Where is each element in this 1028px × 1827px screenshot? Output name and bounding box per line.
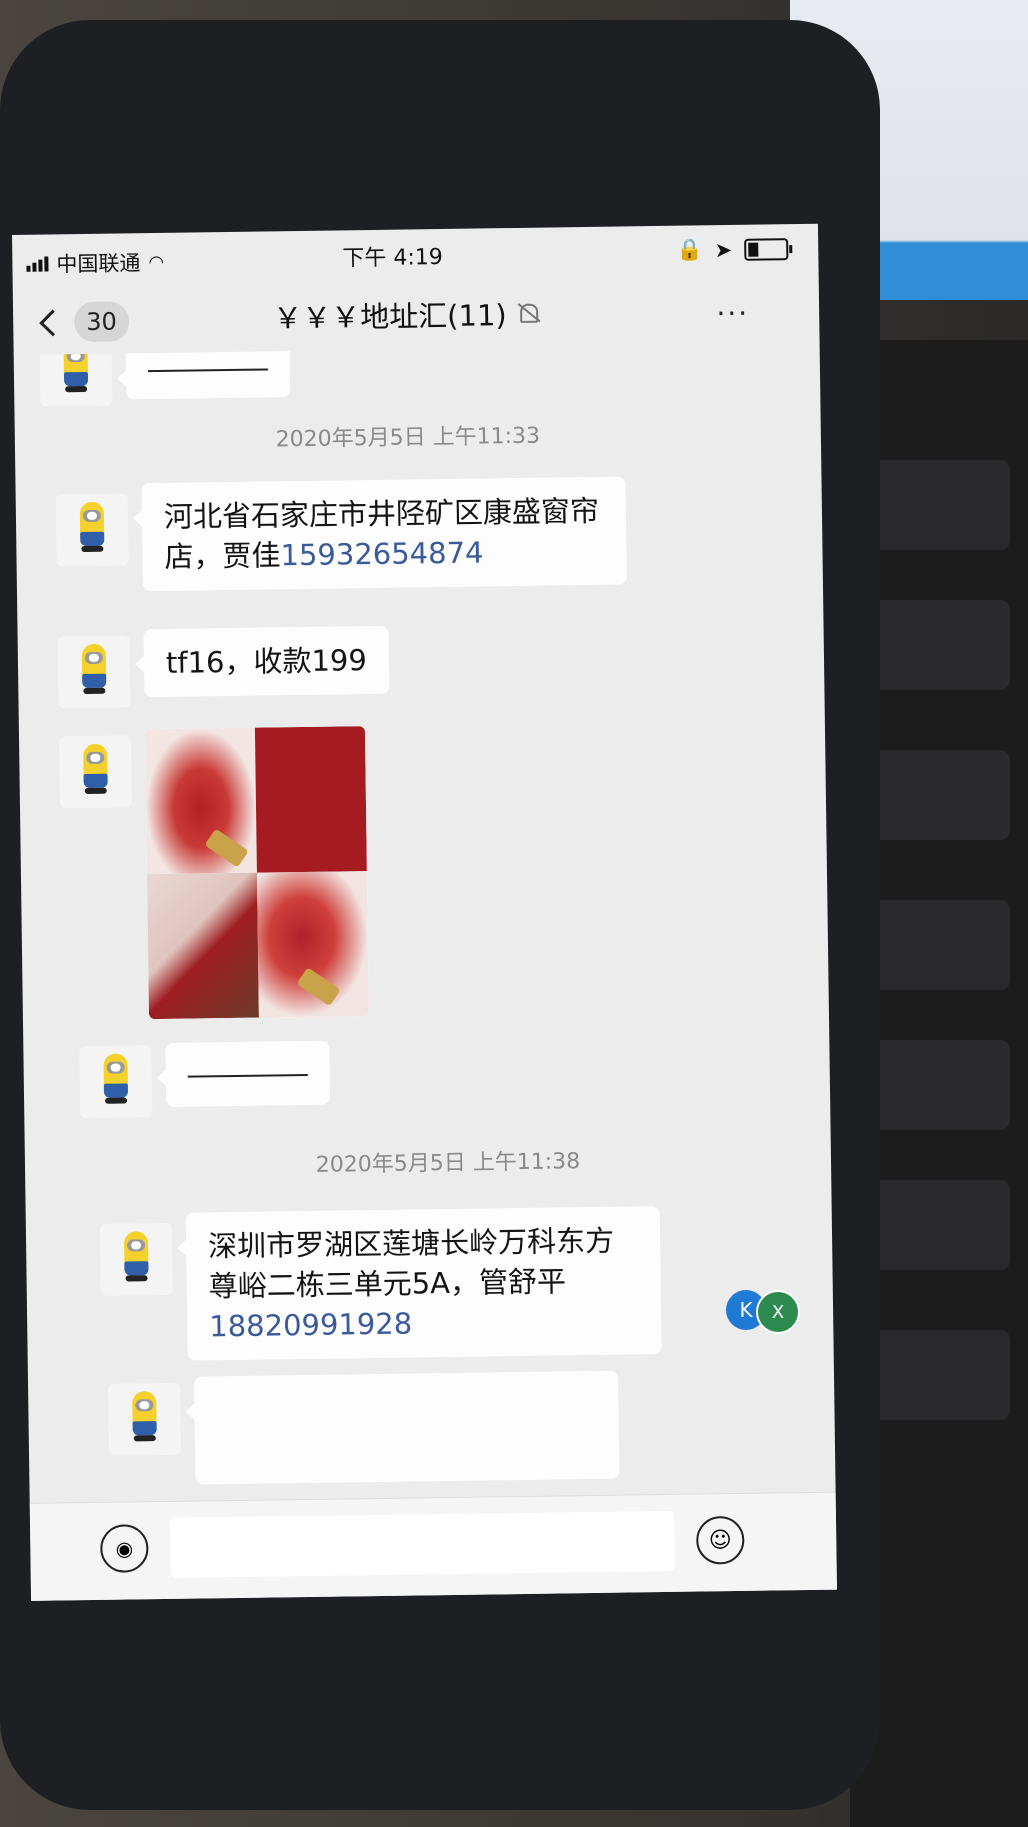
message-timestamp: 2020年5月5日 上午11:33: [275, 423, 541, 453]
lipstick-image-icon[interactable]: [144, 726, 369, 1020]
avatar[interactable]: [79, 1045, 153, 1119]
back-button[interactable]: 30: [39, 301, 130, 343]
minion-avatar-icon: [77, 501, 108, 558]
message-bubble[interactable]: [193, 1370, 620, 1485]
message-input[interactable]: [169, 1510, 675, 1578]
location-icon: ➤: [714, 237, 733, 262]
message-text: 深圳市罗湖区莲塘长岭万科东方尊峪二栋三单元5A，管舒平: [207, 1223, 615, 1304]
message-bubble[interactable]: ————: [125, 343, 291, 400]
chat-area[interactable]: ———— 2020年5月5日 上午11:33 河北省石家庄市井陉矿区康盛窗帘店，…: [14, 343, 836, 1503]
voice-input-button[interactable]: ◉: [100, 1524, 149, 1573]
dash-text: [187, 1073, 308, 1078]
phone-body: 中国联通 ◠ 下午 4:19 🔒 ➤ 30 ￥￥￥地址汇(11) ··· 202…: [0, 20, 880, 1810]
message-bubble[interactable]: 深圳市罗湖区莲塘长岭万科东方尊峪二栋三单元5A，管舒平 18820991928: [185, 1206, 662, 1361]
message-bubble[interactable]: ————: [165, 1040, 331, 1107]
avatar[interactable]: [59, 735, 133, 809]
emoji-button[interactable]: ☺: [695, 1515, 745, 1565]
status-time: 下午 4:19: [342, 244, 443, 272]
dash-text: [147, 368, 268, 373]
wifi-icon: ◠: [148, 251, 165, 273]
minion-avatar-icon: [100, 1053, 131, 1109]
x-app-button[interactable]: X: [756, 1290, 800, 1334]
avatar[interactable]: [57, 635, 131, 709]
phone-number-link[interactable]: 15932654874: [280, 535, 483, 572]
smile-icon: ☺: [708, 1527, 732, 1553]
battery-icon: [744, 237, 789, 261]
more-options-button[interactable]: ···: [716, 297, 749, 330]
phone-screen: 中国联通 ◠ 下午 4:19 🔒 ➤ 30 ￥￥￥地址汇(11) ··· 202…: [12, 223, 837, 1601]
floating-app-buttons: K X: [716, 1280, 816, 1340]
avatar[interactable]: [99, 1222, 173, 1296]
minion-avatar-icon: [80, 743, 111, 800]
avatar[interactable]: [108, 1382, 182, 1456]
chevron-left-icon: [39, 309, 67, 336]
message-text: tf16，收款199: [165, 643, 368, 680]
voice-icon: ◉: [115, 1536, 134, 1561]
carrier-label: 中国联通: [56, 251, 141, 277]
nav-bar: 30 ￥￥￥地址汇(11) ···: [13, 274, 820, 355]
signal-icon: [26, 255, 49, 272]
minion-avatar-icon: [129, 1391, 160, 1447]
unread-count-badge: 30: [73, 301, 130, 343]
minion-avatar-icon: [79, 643, 110, 700]
avatar[interactable]: [55, 493, 129, 567]
minion-avatar-icon: [121, 1231, 152, 1287]
chat-title: ￥￥￥地址汇(11): [272, 298, 507, 336]
mute-bell-icon: [517, 302, 539, 324]
message-timestamp: 2020年5月5日 上午11:38: [315, 1149, 581, 1178]
message-bubble[interactable]: 河北省石家庄市井陉矿区康盛窗帘店，贾佳15932654874: [141, 476, 627, 592]
message-bubble[interactable]: tf16，收款199: [143, 625, 390, 698]
input-bar: ◉ ☺: [29, 1491, 837, 1601]
phone-number-link[interactable]: 18820991928: [209, 1307, 412, 1344]
rotation-lock-icon: 🔒: [676, 237, 703, 262]
